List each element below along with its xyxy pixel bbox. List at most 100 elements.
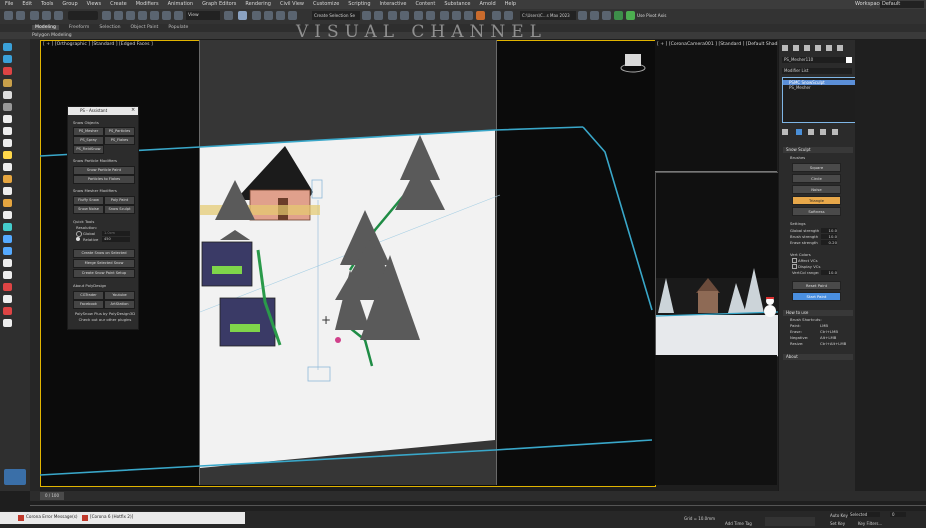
- modifier-list-dropdown[interactable]: Modifier List: [782, 68, 852, 74]
- particles-to-flakes-button[interactable]: Particles to Flakes: [73, 175, 135, 184]
- reset-paint-button[interactable]: Reset Paint: [792, 281, 841, 290]
- snap-toggle-icon[interactable]: [252, 11, 261, 20]
- tab-selection[interactable]: Selection: [99, 25, 120, 30]
- select-object-icon[interactable]: [102, 11, 111, 20]
- mirror-icon[interactable]: [362, 11, 371, 20]
- select-manipulate-icon[interactable]: [238, 11, 247, 20]
- frame-field[interactable]: 0: [890, 512, 906, 517]
- scatter-icon[interactable]: [3, 307, 12, 315]
- rollout-how-to-use[interactable]: How to use: [783, 310, 853, 316]
- shapes-icon[interactable]: [3, 211, 12, 219]
- menu-file[interactable]: File: [5, 0, 13, 9]
- selection-filter[interactable]: [68, 11, 98, 20]
- menu-create[interactable]: Create: [110, 0, 127, 9]
- menu-graph-editors[interactable]: Graph Editors: [202, 0, 236, 9]
- link-icon[interactable]: [30, 11, 39, 20]
- pivot-plugin-icon[interactable]: [626, 11, 635, 20]
- space-warps-icon[interactable]: [3, 247, 12, 255]
- fluffy-snow-button[interactable]: Fluffy Snow: [73, 196, 104, 205]
- window-crossing-icon[interactable]: [138, 11, 147, 20]
- set-key-button[interactable]: Set Key: [830, 521, 845, 526]
- motion-icon[interactable]: [3, 79, 12, 87]
- move-icon[interactable]: [150, 11, 159, 20]
- menu-edit[interactable]: Edit: [22, 0, 32, 9]
- light-bulb-icon[interactable]: [3, 115, 12, 123]
- rectangle-region-icon[interactable]: [126, 11, 135, 20]
- render-production-icon[interactable]: [476, 11, 485, 20]
- menu-views[interactable]: Views: [87, 0, 101, 9]
- utilities-tab-icon[interactable]: [837, 45, 843, 51]
- global-strength-input[interactable]: 10.0: [821, 228, 837, 233]
- pivot-center-icon[interactable]: [224, 11, 233, 20]
- layer-explorer-icon[interactable]: [400, 11, 409, 20]
- menu-content[interactable]: Content: [415, 0, 435, 9]
- erase-strength-input[interactable]: 0.20: [821, 240, 837, 245]
- reference-coordinate-dropdown[interactable]: View: [186, 11, 220, 20]
- brush-triangle-button[interactable]: Triangle: [792, 196, 841, 205]
- taskbar-item-errors[interactable]: Corona Error Message(s): [26, 514, 78, 519]
- menu-civil-view[interactable]: Civil View: [280, 0, 304, 9]
- grid-tool-icon[interactable]: [3, 319, 12, 327]
- brush-strength-input[interactable]: 10.0: [821, 234, 837, 239]
- geometry-icon[interactable]: [3, 223, 12, 231]
- camera-viewport-label[interactable]: [ + ] [CoronaCamera001 ] [Standard ] [De…: [657, 42, 788, 47]
- make-unique-icon[interactable]: [808, 129, 814, 135]
- rotate-icon[interactable]: [162, 11, 171, 20]
- undo-icon[interactable]: [4, 11, 13, 20]
- menu-animation[interactable]: Animation: [168, 0, 194, 9]
- curve-editor-icon[interactable]: [414, 11, 423, 20]
- selected-dropdown[interactable]: Selected: [848, 512, 880, 517]
- rollout-about[interactable]: About: [783, 354, 853, 360]
- display-tab-icon[interactable]: [826, 45, 832, 51]
- tab-object-paint[interactable]: Object Paint: [131, 25, 159, 30]
- particle-icon[interactable]: [3, 271, 12, 279]
- cloud-render-icon[interactable]: [504, 11, 513, 20]
- bind-space-warp-icon[interactable]: [54, 11, 63, 20]
- scale-icon[interactable]: [174, 11, 183, 20]
- ai-render-icon[interactable]: [492, 11, 501, 20]
- sphere-icon[interactable]: [3, 139, 12, 147]
- display-vcs-checkbox[interactable]: [792, 264, 797, 269]
- hierarchy-tab-icon[interactable]: [804, 45, 810, 51]
- object-color-swatch[interactable]: [846, 57, 852, 63]
- time-slider-frame[interactable]: 0 / 100: [40, 492, 64, 500]
- merge-selected-snow-button[interactable]: Merge Selected Snow: [73, 259, 135, 268]
- percent-snap-icon[interactable]: [276, 11, 285, 20]
- tab-populate[interactable]: Populate: [168, 25, 188, 30]
- redo-icon[interactable]: [16, 11, 25, 20]
- brush-circle-button[interactable]: Circle: [792, 174, 841, 183]
- ps-fieldsnow-button[interactable]: PS_FieldSnow: [73, 145, 104, 154]
- object-name-field[interactable]: PS_Mesher110: [782, 57, 846, 63]
- unlink-icon[interactable]: [42, 11, 51, 20]
- snow-noise-button[interactable]: Snow Noise: [73, 205, 104, 214]
- render-setup-icon[interactable]: [452, 11, 461, 20]
- ps-particles-button[interactable]: PS_Particles: [104, 127, 135, 136]
- open-folder-icon[interactable]: [590, 11, 599, 20]
- project-folder-icon[interactable]: [578, 11, 587, 20]
- motion-tab-icon[interactable]: [815, 45, 821, 51]
- brush-square-button[interactable]: Square: [792, 163, 841, 172]
- auto-key-button[interactable]: Auto Key: [830, 513, 848, 518]
- menu-modifiers[interactable]: Modifiers: [136, 0, 159, 9]
- playback-controls[interactable]: [765, 517, 815, 526]
- menu-arnold[interactable]: Arnold: [479, 0, 495, 9]
- ps-mesher-button[interactable]: PS_Mesher: [73, 127, 104, 136]
- spinner-snap-icon[interactable]: [288, 11, 297, 20]
- vertcol-range-input[interactable]: 10.0: [821, 270, 837, 275]
- menu-group[interactable]: Group: [62, 0, 77, 9]
- rollout-snow-sculpt[interactable]: Snow Sculpt: [783, 147, 853, 153]
- key-filters-button[interactable]: Key Filters...: [858, 521, 882, 526]
- modify-icon[interactable]: [3, 55, 12, 63]
- configure-sets-icon[interactable]: [832, 129, 838, 135]
- menu-interactive[interactable]: Interactive: [380, 0, 407, 9]
- menu-scripting[interactable]: Scripting: [348, 0, 370, 9]
- tab-modeling[interactable]: Modeling: [32, 25, 59, 30]
- plugin-icon[interactable]: [614, 11, 623, 20]
- show-end-result-icon[interactable]: [796, 129, 802, 135]
- project-folder-dropdown[interactable]: C:\Users\C...s Max 2023: [520, 11, 576, 20]
- named-selection-sets[interactable]: Create Selection Se: [312, 11, 360, 20]
- pin-stack-icon[interactable]: [782, 129, 788, 135]
- viewport-bottom-right[interactable]: [655, 355, 777, 485]
- menu-substance[interactable]: Substance: [444, 0, 470, 9]
- menu-rendering[interactable]: Rendering: [245, 0, 271, 9]
